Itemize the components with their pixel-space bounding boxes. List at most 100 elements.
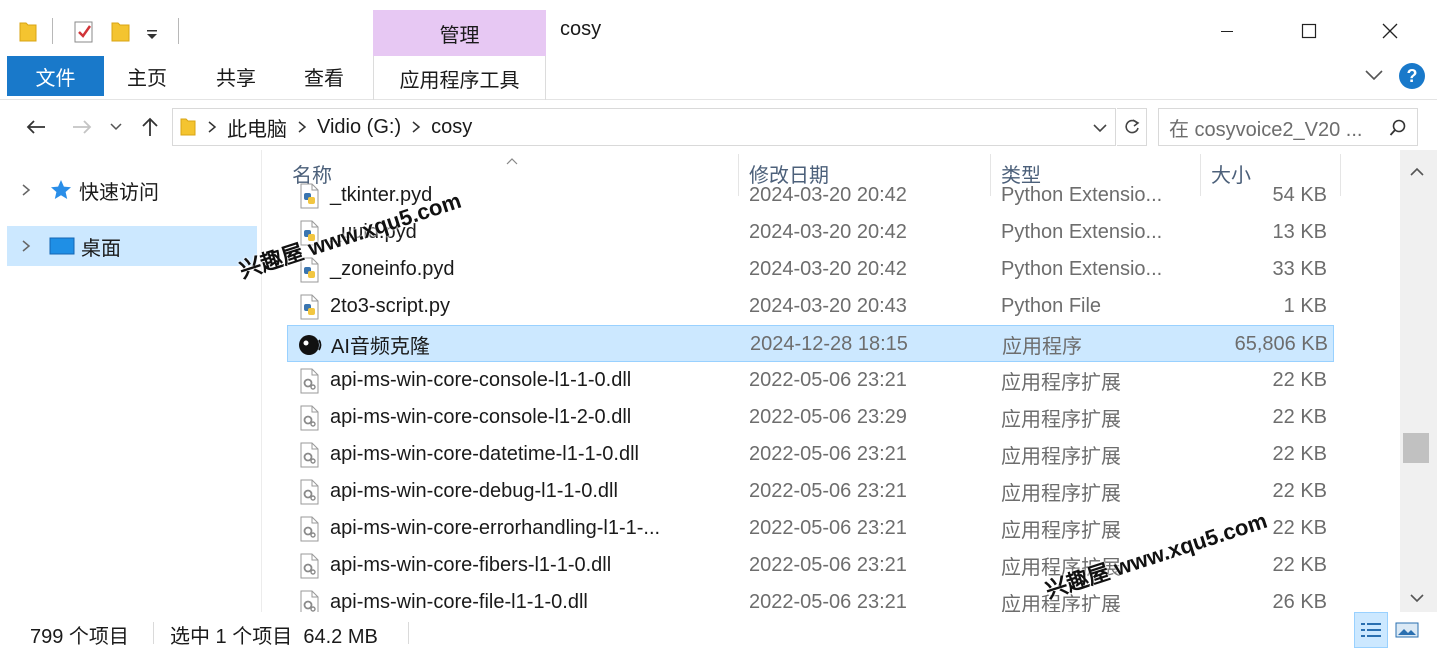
forward-button[interactable] [68,110,96,144]
file-date: 2024-03-20 20:42 [749,258,907,280]
breadcrumb-drive[interactable]: Vidio (G:) [317,116,401,139]
maximize-icon [1301,23,1317,39]
search-box[interactable]: 在 cosyvoice2_V20 ... [1158,108,1418,146]
dll-file-icon [297,405,321,431]
dll-file-icon [297,553,321,579]
forward-arrow-icon [73,120,92,134]
scrollbar-thumb[interactable] [1403,433,1429,463]
file-row[interactable]: _zoneinfo.pyd 2024-03-20 20:42 Python Exte… [287,251,1334,288]
file-row[interactable]: api-ms-win-core-datetime-l1-1-0.dll 2022-… [287,436,1334,473]
large-icons-view-icon [1395,622,1419,638]
divider [178,18,179,44]
file-name: api-ms-win-core-errorhandling-l1-1-... [330,517,661,539]
search-placeholder: 在 cosyvoice2_V20 ... [1169,118,1363,141]
file-date: 2022-05-06 23:29 [749,406,907,428]
scroll-up-icon[interactable] [1409,164,1425,182]
chevron-down-icon [110,123,122,131]
dll-file-icon [297,516,321,542]
navigation-pane: 快速访问 桌面 [0,150,262,612]
breadcrumb-chevron-icon[interactable] [207,120,217,134]
file-row[interactable]: api-ms-win-core-console-l1-1-0.dll 2022-0… [287,362,1334,399]
breadcrumb-chevron-icon[interactable] [411,120,421,134]
desktop-icon [49,236,75,256]
address-bar[interactable]: 此电脑 Vidio (G:) cosy [172,108,1116,146]
minimize-button[interactable] [1197,8,1257,54]
file-size: 65,806 KB [1234,333,1328,355]
file-type: Python File [1001,295,1102,317]
selection-info: 选中 1 个项目 64.2 MB [170,626,378,648]
tab-app-tools[interactable]: 应用程序工具 [373,56,546,100]
status-bar: 799 个项目 选中 1 个项目 64.2 MB [0,612,1437,658]
file-type: 应用程序扩展 [1001,372,1121,394]
file-date: 2024-03-20 20:43 [749,295,907,317]
customize-dropdown-icon[interactable] [144,14,160,50]
back-button[interactable] [22,110,50,144]
folder-icon[interactable] [18,14,38,50]
details-view-icon [1361,623,1381,637]
file-row[interactable]: 2to3-script.py 2024-03-20 20:43 Python Fil… [287,288,1334,325]
file-type: Python Extensio... [1001,221,1163,243]
file-date: 2022-05-06 23:21 [749,443,907,465]
tab-manage[interactable]: 管理 [373,10,546,56]
file-date: 2022-05-06 23:21 [749,554,907,576]
scroll-down-icon[interactable] [1409,590,1425,608]
sort-ascending-icon [506,152,518,170]
nav-item-desktop[interactable]: 桌面 [7,226,257,266]
file-type: 应用程序扩展 [1001,446,1121,468]
close-button[interactable] [1360,8,1420,54]
nav-item-quick-access[interactable]: 快速访问 [7,170,257,210]
file-name: AI音频克隆 [331,336,430,358]
star-icon [49,178,73,202]
python-file-icon [297,183,321,209]
nav-label-desktop: 桌面 [81,237,121,260]
title-bar: 管理 cosy [0,0,1437,56]
file-size: 22 KB [1272,406,1327,428]
details-view-button[interactable] [1354,612,1388,648]
tab-view[interactable]: 查看 [304,56,344,96]
expand-chevron-icon[interactable] [21,183,31,197]
dll-file-icon [297,479,321,505]
file-date: 2022-05-06 23:21 [749,369,907,391]
divider [153,622,154,644]
up-arrow-icon [142,117,158,136]
minimize-icon [1221,31,1233,32]
file-date: 2024-03-20 20:42 [749,221,907,243]
recent-locations-button[interactable] [106,110,126,144]
properties-icon[interactable] [72,14,96,50]
breadcrumb-current-folder[interactable]: cosy [431,116,472,139]
file-type: 应用程序扩展 [1001,409,1121,431]
file-name: 2to3-script.py [330,295,451,317]
file-size: 13 KB [1272,221,1327,243]
file-type: Python Extensio... [1001,184,1163,206]
file-size: 54 KB [1272,184,1327,206]
file-date: 2024-03-20 20:42 [749,184,907,206]
tab-file[interactable]: 文件 [7,56,104,96]
file-name: api-ms-win-core-datetime-l1-1-0.dll [330,443,639,465]
large-icons-view-button[interactable] [1390,612,1424,648]
file-row[interactable]: api-ms-win-core-file-l1-1-0.dll 2022-05-0… [287,584,1334,612]
file-row[interactable]: api-ms-win-core-debug-l1-1-0.dll 2022-05-… [287,473,1334,510]
vertical-scrollbar[interactable] [1400,150,1437,612]
up-button[interactable] [136,110,164,144]
close-icon [1382,23,1398,39]
expand-chevron-icon[interactable] [21,239,31,253]
new-folder-icon[interactable] [110,14,132,50]
maximize-button[interactable] [1279,8,1339,54]
file-row[interactable]: AI音频克隆 2024-12-28 18:15 应用程序 65,806 KB [287,325,1334,362]
address-dropdown-icon[interactable] [1093,121,1107,139]
refresh-button[interactable] [1117,108,1147,146]
breadcrumb-this-pc[interactable]: 此电脑 [227,113,287,142]
file-row[interactable]: api-ms-win-core-console-l1-2-0.dll 2022-0… [287,399,1334,436]
file-date: 2022-05-06 23:21 [749,517,907,539]
tab-share[interactable]: 共享 [216,56,256,96]
search-icon[interactable] [1389,119,1407,142]
file-size: 1 KB [1283,295,1327,317]
file-type: 应用程序 [1002,336,1082,358]
expand-ribbon-icon[interactable] [1364,68,1384,87]
file-name: api-ms-win-core-file-l1-1-0.dll [330,591,588,612]
help-button[interactable]: ? [1399,63,1425,89]
breadcrumb-chevron-icon[interactable] [297,120,307,134]
python-file-icon [297,294,321,320]
tab-home[interactable]: 主页 [127,56,167,96]
column-divider[interactable] [1340,154,1341,196]
